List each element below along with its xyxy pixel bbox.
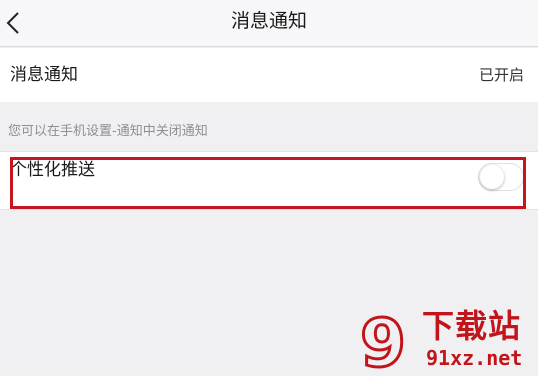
page-title: 消息通知 (230, 10, 307, 32)
personalized-push-row: 个性化推送 (0, 151, 538, 210)
watermark-logo: 9 下载站 91xz.net (360, 308, 536, 374)
watermark-url: 91xz.net (426, 346, 523, 370)
svg-text:9: 9 (360, 308, 406, 374)
watermark-title: 下载站 (422, 307, 522, 345)
notification-hint: 您可以在手机设置-通知中关闭通知 (8, 124, 208, 139)
notification-status: 已开启 (478, 66, 524, 84)
toggle-knob (480, 165, 504, 189)
personalized-push-label: 个性化推送 (10, 160, 95, 180)
personalized-push-toggle[interactable] (478, 163, 524, 191)
notification-label: 消息通知 (10, 65, 78, 85)
navigation-bar: 消息通知 (0, 0, 538, 47)
watermark-nine-logo: 9 (360, 308, 407, 374)
notification-status-row[interactable]: 消息通知 已开启 (0, 48, 538, 102)
